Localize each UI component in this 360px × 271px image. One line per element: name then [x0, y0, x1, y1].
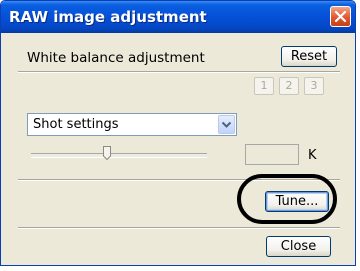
preset-3-button[interactable]: 3 — [304, 77, 324, 95]
chevron-down-icon — [221, 121, 232, 128]
title-bar[interactable]: RAW image adjustment — [1, 1, 355, 33]
dialog-window: RAW image adjustment White balance adjus… — [0, 0, 356, 266]
close-icon — [334, 10, 347, 23]
temperature-slider-track[interactable] — [31, 153, 207, 158]
preset-1-button[interactable]: 1 — [254, 77, 274, 95]
reset-button[interactable]: Reset — [281, 46, 337, 67]
close-button[interactable]: Close — [266, 236, 331, 257]
preset-2-button[interactable]: 2 — [279, 77, 299, 95]
window-close-button[interactable] — [330, 6, 351, 27]
highlight-oval — [237, 174, 337, 224]
white-balance-select[interactable]: Shot settings — [27, 113, 237, 136]
select-value: Shot settings — [33, 117, 119, 132]
white-balance-label: White balance adjustment — [27, 50, 205, 66]
kelvin-unit-label: K — [308, 148, 317, 163]
dropdown-arrow-button[interactable] — [218, 115, 235, 134]
divider — [18, 71, 340, 73]
window-title: RAW image adjustment — [9, 8, 207, 26]
slider-thumb[interactable] — [103, 146, 111, 160]
divider — [18, 227, 340, 229]
kelvin-input[interactable] — [245, 144, 299, 165]
